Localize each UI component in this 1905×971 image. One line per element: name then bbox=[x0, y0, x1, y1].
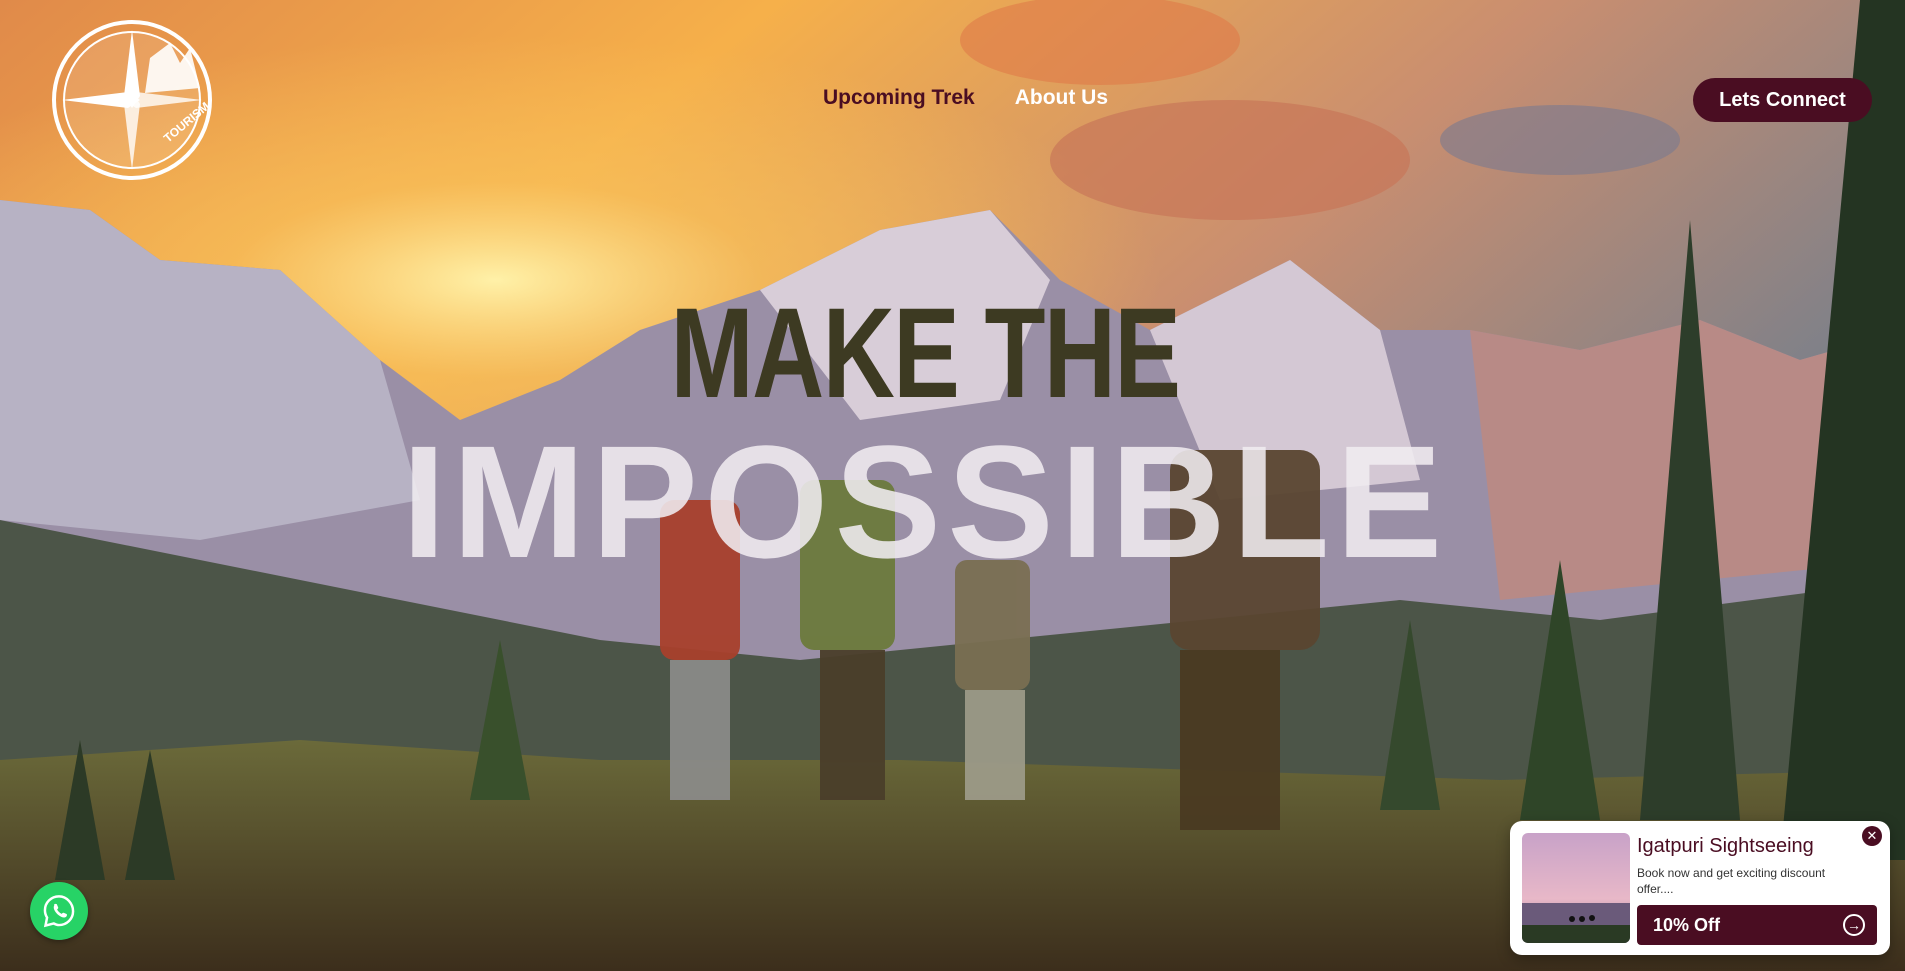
promo-popup: Igatpuri Sightseeing Book now and get ex… bbox=[1510, 821, 1890, 955]
site-logo[interactable]: TOURISM bbox=[50, 18, 214, 182]
hero-headline-line2: IMPOSSIBLE bbox=[401, 412, 1449, 591]
hero-section: TOURISM Upcoming Trek About Us Lets Conn… bbox=[0, 0, 1905, 971]
compass-logo-icon: TOURISM bbox=[52, 20, 212, 180]
promo-thumbnail-image bbox=[1522, 833, 1630, 943]
promo-thumbnail bbox=[1522, 833, 1630, 943]
whatsapp-icon bbox=[43, 895, 75, 928]
promo-title: Igatpuri Sightseeing bbox=[1637, 835, 1814, 857]
hero-headline-line1: MAKE THE bbox=[670, 282, 1181, 425]
arrow-right-icon: → bbox=[1843, 914, 1865, 936]
promo-offer-label: 10% Off bbox=[1653, 914, 1721, 935]
main-nav: Upcoming Trek About Us bbox=[823, 86, 1108, 110]
whatsapp-button[interactable] bbox=[30, 882, 88, 940]
close-icon[interactable]: ✕ bbox=[1862, 826, 1882, 846]
promo-description: Book now and get exciting discount offer… bbox=[1637, 866, 1826, 896]
promo-offer-button[interactable]: 10% Off → bbox=[1637, 905, 1877, 945]
lets-connect-button[interactable]: Lets Connect bbox=[1693, 78, 1872, 122]
nav-about-us[interactable]: About Us bbox=[1015, 86, 1108, 110]
nav-upcoming-trek[interactable]: Upcoming Trek bbox=[823, 86, 975, 110]
